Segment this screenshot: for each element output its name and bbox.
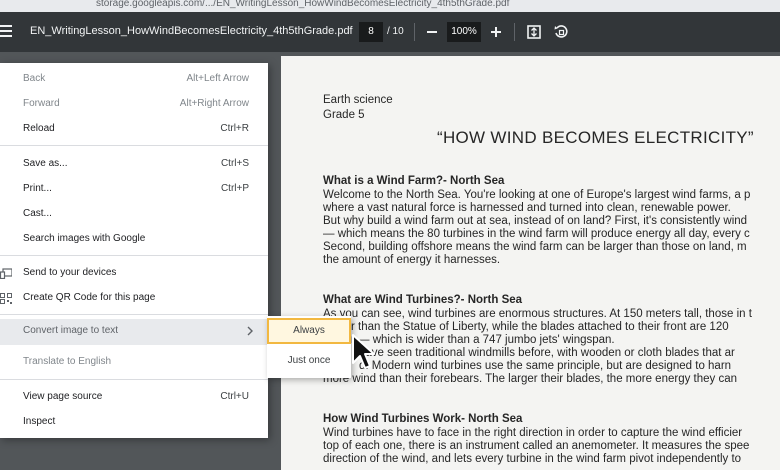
paragraph-line: direction of the wind, and lets every tu… <box>323 453 742 465</box>
menu-item-forward[interactable]: Forward Alt+Right Arrow <box>0 92 268 116</box>
menu-shortcut: Alt+Right Arrow <box>179 98 249 109</box>
fit-to-page-icon[interactable] <box>526 24 542 40</box>
paragraph-line: Second, building offshore means the wind… <box>323 241 747 253</box>
menu-item-cast[interactable]: Cast... <box>0 202 268 226</box>
menu-shortcut: Ctrl+U <box>220 391 249 402</box>
toolbar-divider <box>514 23 515 41</box>
paragraph-line: As you can see, wind turbines are enormo… <box>323 308 752 320</box>
menu-item-view-source[interactable]: View page source Ctrl+U <box>0 385 268 409</box>
menu-label: Back <box>23 73 46 84</box>
hamburger-menu-icon[interactable] <box>0 22 14 40</box>
qr-code-icon <box>0 293 12 304</box>
menu-item-back[interactable]: Back Alt+Left Arrow <box>0 67 268 91</box>
menu-label: Convert image to text <box>23 325 119 336</box>
paragraph-line: more wind than their forebears. The larg… <box>323 373 738 385</box>
menu-label: Save as... <box>23 158 68 169</box>
toolbar-divider <box>414 23 415 41</box>
paragraph-line: r — which is wider than a 747 jumbo jets… <box>351 334 615 346</box>
menu-divider <box>0 379 268 380</box>
section-heading: What is a Wind Farm?- North Sea <box>323 175 505 187</box>
menu-shortcut: Ctrl+S <box>220 158 249 169</box>
paragraph-line: the amount of energy it harnesses. <box>323 254 501 266</box>
menu-divider <box>0 255 268 256</box>
plus-icon[interactable] <box>489 23 503 41</box>
menu-label: Forward <box>23 98 60 109</box>
menu-item-reload[interactable]: Reload Ctrl+R <box>0 117 268 141</box>
url-text: storage.googleapis.com/.../EN_WritingLes… <box>96 0 510 9</box>
menu-label: Reload <box>23 123 55 134</box>
section-heading: How Wind Turbines Work- North Sea <box>323 413 523 425</box>
menu-item-send-to-devices[interactable]: Send to your devices <box>0 261 268 285</box>
menu-label: Create QR Code for this page <box>23 292 156 303</box>
doc-title: “HOW WIND BECOMES ELECTRICITY” <box>437 128 754 147</box>
chevron-right-icon <box>247 326 253 336</box>
menu-divider <box>0 314 268 315</box>
rotate-icon[interactable] <box>553 24 569 40</box>
menu-shortcut: Alt+Left Arrow <box>186 73 249 84</box>
page-total: / 10 <box>387 26 404 37</box>
pdf-toolbar: EN_WritingLesson_HowWindBecomesElectrici… <box>0 12 780 52</box>
pdf-page[interactable]: Earth science Grade 5 “HOW WIND BECOMES … <box>281 56 780 470</box>
menu-label: Send to your devices <box>23 267 117 278</box>
doc-subject: Earth science <box>323 94 393 106</box>
paragraph-line: have seen traditional windmills before, … <box>359 347 735 359</box>
menu-label: Search images with Google <box>23 233 146 244</box>
menu-item-translate[interactable]: Translate to English <box>0 350 268 374</box>
menu-item-search-images[interactable]: Search images with Google <box>0 227 268 251</box>
menu-label: View page source <box>23 391 103 402</box>
paragraph-line: Welcome to the North Sea. You're looking… <box>323 189 751 201</box>
menu-label: Print... <box>23 183 52 194</box>
menu-label: Cast... <box>23 208 52 219</box>
paragraph-line: — which means the 80 turbines in the win… <box>323 228 750 240</box>
paragraph-line: r than the Statue of Liberty, while the … <box>351 321 729 333</box>
context-menu: Back Alt+Left Arrow Forward Alt+Right Ar… <box>0 63 268 438</box>
menu-item-save-as[interactable]: Save as... Ctrl+S <box>0 152 268 176</box>
zoom-level-input[interactable]: 100% <box>447 22 481 42</box>
menu-label: Inspect <box>23 416 56 427</box>
paragraph-line: d. Modern wind turbines use the same pri… <box>359 360 732 372</box>
menu-shortcut: Ctrl+R <box>220 123 249 134</box>
menu-label: Translate to English <box>23 356 112 367</box>
convert-image-submenu: Always Just once <box>267 316 351 378</box>
paragraph-line: But why build a wind farm out at sea, in… <box>323 215 748 227</box>
minus-icon[interactable] <box>425 23 439 41</box>
menu-item-inspect[interactable]: Inspect <box>0 410 268 434</box>
menu-shortcut: Ctrl+P <box>220 183 249 194</box>
address-bar[interactable]: storage.googleapis.com/.../EN_WritingLes… <box>0 0 780 12</box>
submenu-item-just-once[interactable]: Just once <box>267 348 351 374</box>
paragraph-line: where a vast natural force is harnessed … <box>323 202 731 214</box>
submenu-item-always[interactable]: Always <box>267 318 351 344</box>
menu-item-print[interactable]: Print... Ctrl+P <box>0 177 268 201</box>
menu-item-qr-code[interactable]: Create QR Code for this page <box>0 286 268 310</box>
paragraph-line: Wind turbines have to face in the right … <box>323 427 743 439</box>
document-title: EN_WritingLesson_HowWindBecomesElectrici… <box>30 25 353 37</box>
menu-divider <box>0 145 268 146</box>
devices-icon <box>0 268 12 279</box>
section-heading: What are Wind Turbines?- North Sea <box>323 294 523 306</box>
paragraph-line: top of each one, there is an instrument … <box>323 440 750 452</box>
menu-item-convert-image-to-text[interactable]: Convert image to text <box>0 319 268 345</box>
mouse-pointer-icon <box>352 334 375 369</box>
page-number-input[interactable]: 8 <box>359 22 383 42</box>
doc-grade: Grade 5 <box>323 109 365 121</box>
